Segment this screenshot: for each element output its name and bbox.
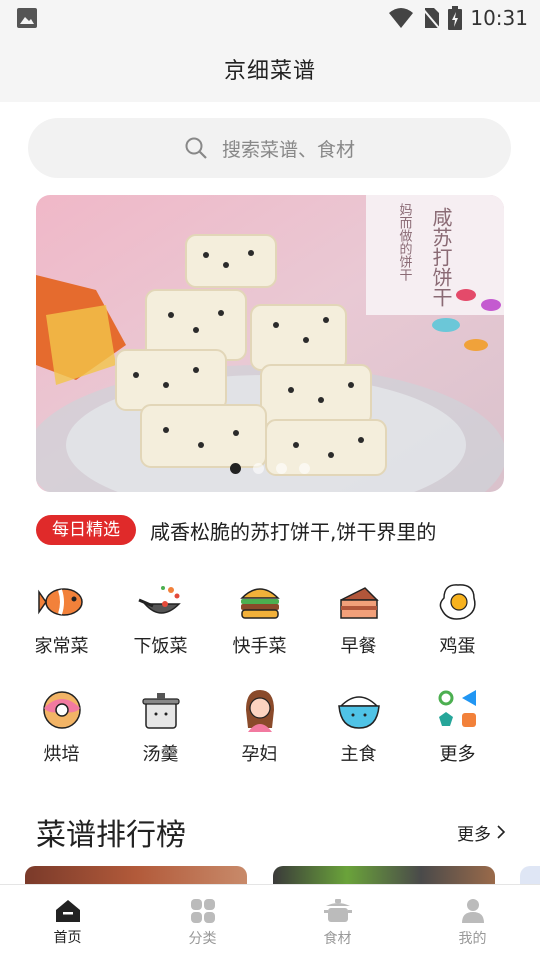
tab-category[interactable]: 分类 [135, 885, 270, 961]
tab-label: 首页 [53, 930, 82, 946]
category-grid: 家常菜 下饭菜 快手菜 早餐 鸡蛋 烘培 汤羹 孕妇 主食 更多 [12, 580, 532, 766]
banner-image-text-1: 咸苏打饼干 [429, 207, 453, 307]
category-label: 主食 [340, 744, 377, 765]
category-icon [190, 899, 215, 923]
ranking-header: 菜谱排行榜 更多 [36, 810, 506, 854]
banner-image-text-2: 妈而做的饼干 [397, 203, 413, 281]
gallery-icon [17, 8, 37, 28]
category-item[interactable]: 快手菜 [210, 580, 309, 658]
tab-label: 食材 [323, 931, 352, 947]
category-label: 快手菜 [232, 636, 287, 657]
tab-profile[interactable]: 我的 [405, 885, 540, 961]
carousel-indicator [36, 463, 504, 474]
donut-icon [42, 691, 81, 729]
chevron-right-icon [497, 825, 506, 839]
cake-icon [339, 587, 379, 619]
ranking-title: 菜谱排行榜 [36, 818, 186, 853]
recipe-card[interactable] [520, 866, 540, 886]
woman-icon [245, 690, 274, 732]
carousel-dot[interactable] [276, 463, 287, 474]
pot-icon [141, 693, 180, 729]
daily-pick-text[interactable]: 咸香松脆的苏打饼干,饼干界里的 [150, 516, 436, 545]
clock: 10:31 [470, 6, 528, 30]
bottom-tab-bar: 首页 分类 食材 我的 [0, 884, 540, 961]
category-item[interactable]: 主食 [309, 688, 408, 766]
category-item[interactable]: 孕妇 [210, 688, 309, 766]
tab-ingredients[interactable]: 食材 [270, 885, 405, 961]
search-icon [185, 137, 207, 159]
carousel-dot[interactable] [299, 463, 310, 474]
app-bar: 京细菜谱 [0, 36, 540, 102]
recipe-card[interactable] [273, 866, 495, 886]
daily-pick-badge: 每日精选 [36, 515, 136, 545]
status-bar: 10:31 [0, 0, 540, 36]
ranking-more-label: 更多 [457, 824, 491, 845]
egg-icon [439, 584, 476, 620]
category-label: 鸡蛋 [439, 636, 476, 657]
category-item[interactable]: 烘培 [12, 688, 111, 766]
no-sim-icon [422, 8, 441, 29]
category-label: 汤羹 [142, 744, 179, 765]
category-label: 早餐 [340, 636, 377, 657]
home-icon [55, 900, 80, 922]
carousel-dot[interactable] [230, 463, 241, 474]
burger-icon [239, 588, 280, 619]
category-label: 孕妇 [241, 744, 278, 765]
banner-carousel[interactable]: 咸苏打饼干 妈而做的饼干 [36, 195, 504, 492]
category-item[interactable]: 下饭菜 [111, 580, 210, 658]
battery-charging-icon [448, 6, 463, 30]
tab-label: 分类 [188, 931, 217, 947]
profile-icon [461, 899, 484, 923]
daily-pick[interactable]: 每日精选 咸香松脆的苏打饼干,饼干界里的 [36, 514, 506, 546]
carousel-dot[interactable] [253, 463, 264, 474]
banner-image[interactable]: 咸苏打饼干 妈而做的饼干 [36, 195, 504, 492]
category-item[interactable]: 早餐 [309, 580, 408, 658]
category-label: 更多 [439, 744, 476, 765]
fish-icon [37, 588, 83, 616]
ingredient-pot-icon [323, 899, 352, 922]
page-title: 京细菜谱 [223, 59, 316, 84]
category-item[interactable]: 汤羹 [111, 688, 210, 766]
recipe-card[interactable] [25, 866, 247, 886]
rice-bowl-icon [337, 696, 380, 729]
category-label: 烘培 [43, 744, 80, 765]
category-item[interactable]: 鸡蛋 [408, 580, 507, 658]
search-bar[interactable]: 搜索菜谱、食材 [28, 118, 511, 178]
ranking-more-link[interactable]: 更多 [457, 820, 506, 845]
category-item[interactable]: 家常菜 [12, 580, 111, 658]
tab-home[interactable]: 首页 [0, 885, 135, 961]
category-item[interactable]: 更多 [408, 688, 507, 766]
ranking-card-list [0, 866, 540, 886]
wok-icon [137, 586, 181, 614]
category-label: 下饭菜 [133, 636, 188, 657]
category-label: 家常菜 [34, 636, 89, 657]
shapes-icon [438, 690, 476, 727]
wifi-icon [389, 8, 414, 28]
search-input[interactable]: 搜索菜谱、食材 [222, 135, 355, 162]
tab-label: 我的 [458, 931, 487, 947]
